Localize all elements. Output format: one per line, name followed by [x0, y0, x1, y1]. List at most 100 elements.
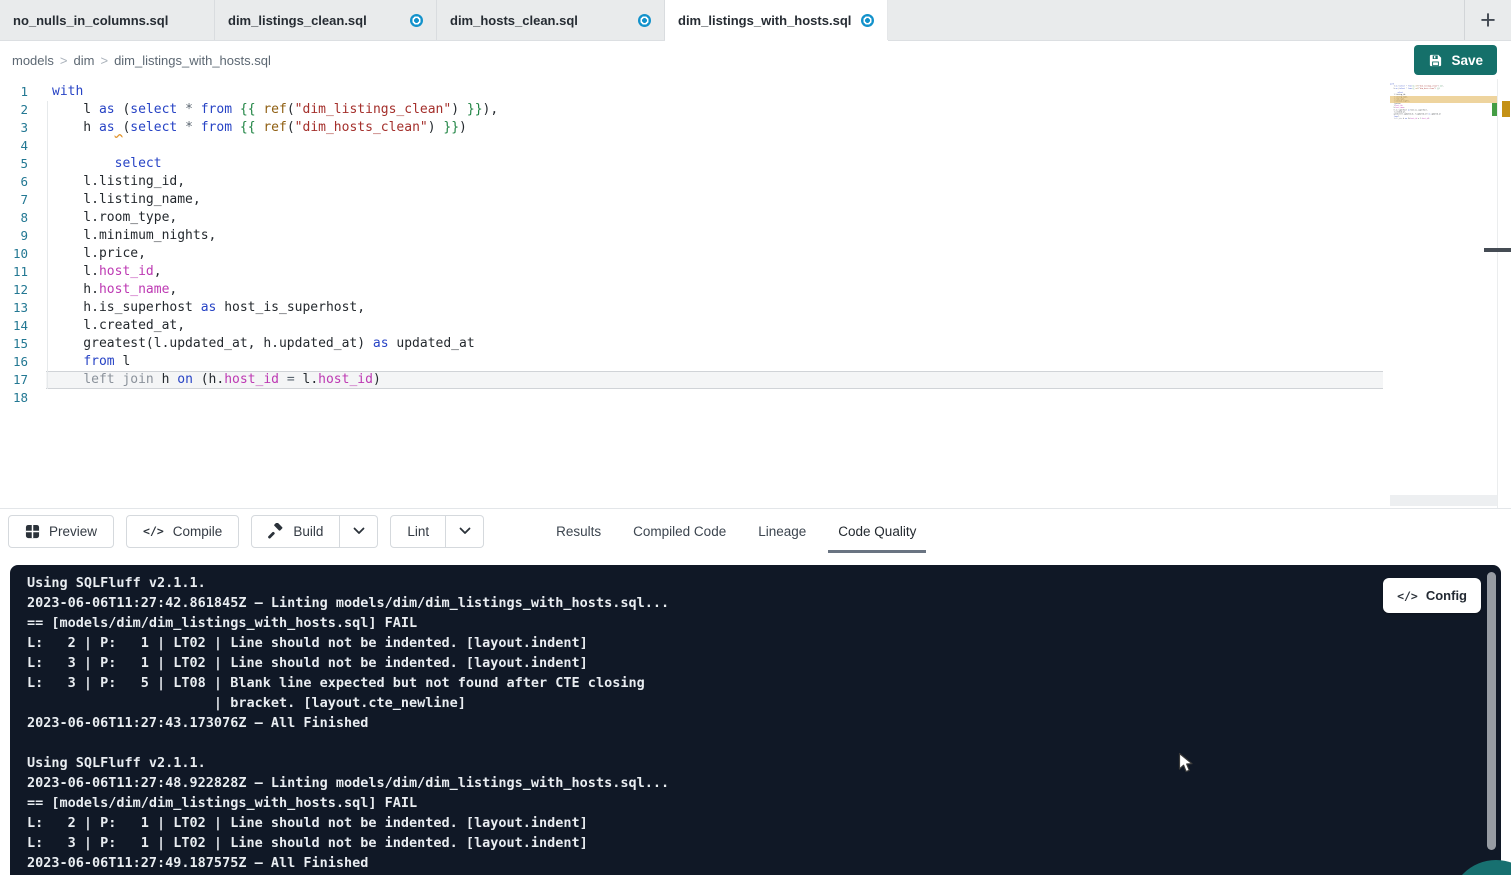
line-number: 3 [0, 119, 28, 137]
code-content: h.host_name, [46, 281, 1383, 299]
lint-dropdown-button[interactable] [446, 515, 484, 548]
panel-tab-compiled-code[interactable]: Compiled Code [617, 509, 742, 553]
build-button-label: Build [293, 524, 323, 539]
compile-button[interactable]: </> Compile [126, 515, 239, 548]
panel-tab-lineage[interactable]: Lineage [742, 509, 822, 553]
lint-button[interactable]: Lint [390, 515, 446, 548]
breadcrumb: models>dim>dim_listings_with_hosts.sql [12, 53, 271, 68]
file-tab[interactable]: dim_hosts_clean.sql [437, 0, 665, 40]
editor-minimap[interactable]: with l as (select * from {{ ref("dim_lis… [1390, 83, 1497, 503]
save-button[interactable]: Save [1414, 45, 1497, 75]
code-line[interactable]: 6 l.listing_id, [0, 173, 1383, 191]
line-number: 6 [0, 173, 28, 191]
code-line[interactable]: 11 l.host_id, [0, 263, 1383, 281]
code-content: l.listing_id, [46, 173, 1383, 191]
mouse-cursor [1178, 752, 1195, 780]
line-number: 13 [0, 299, 28, 317]
chevron-down-icon [459, 527, 471, 535]
terminal-scrollbar[interactable] [1487, 572, 1496, 850]
code-content [46, 137, 1383, 155]
code-line[interactable]: 3 h as (select * from {{ ref("dim_hosts_… [0, 119, 1383, 137]
code-content: l.listing_name, [46, 191, 1383, 209]
code-line[interactable]: 7 l.listing_name, [0, 191, 1383, 209]
code-line[interactable]: 16 from l [0, 353, 1383, 371]
line-number: 10 [0, 245, 28, 263]
file-tab[interactable]: dim_listings_clean.sql [215, 0, 437, 40]
terminal-line: == [models/dim/dim_listings_with_hosts.s… [27, 613, 1501, 633]
code-line[interactable]: 17 left join h on (h.host_id = l.host_id… [0, 371, 1383, 389]
terminal-line: L: 2 | P: 1 | LT02 | Line should not be … [27, 633, 1501, 653]
terminal-line: L: 2 | P: 1 | LT02 | Line should not be … [27, 813, 1501, 833]
table-icon [25, 524, 40, 539]
action-toolbar: Preview </> Compile Build [0, 508, 1511, 553]
panel-tab-code-quality[interactable]: Code Quality [822, 509, 932, 553]
terminal-line: 2023-06-06T11:27:43.173076Z — All Finish… [27, 713, 1501, 733]
ide-window: no_nulls_in_columns.sql dim_listings_clea… [0, 0, 1511, 875]
chevron-down-icon [353, 527, 365, 535]
code-content: l.minimum_nights, [46, 227, 1383, 245]
terminal-line: 2023-06-06T11:27:48.922828Z — Linting mo… [27, 773, 1501, 793]
build-split-button: Build [251, 515, 378, 548]
terminal-line: 2023-06-06T11:27:49.187575Z — All Finish… [27, 853, 1501, 873]
breadcrumb-separator-icon: > [60, 53, 68, 68]
code-line[interactable]: 8 l.room_type, [0, 209, 1383, 227]
file-header-bar: models>dim>dim_listings_with_hosts.sql S… [0, 41, 1511, 79]
terminal-line: L: 3 | P: 5 | LT08 | Blank line expected… [27, 673, 1501, 693]
editor-scrollbar-corner [1390, 495, 1497, 506]
tab-bar: no_nulls_in_columns.sql dim_listings_clea… [0, 0, 1511, 41]
code-content [1390, 120, 1497, 122]
file-tab-label: dim_listings_clean.sql [228, 13, 367, 28]
panel-tab-results[interactable]: Results [540, 509, 617, 553]
code-content: h.is_superhost as host_is_superhost, [46, 299, 1383, 317]
line-number: 18 [0, 389, 28, 407]
line-number: 15 [0, 335, 28, 353]
tab-bar-spacer [888, 0, 1464, 40]
code-line[interactable]: 10 l.price, [0, 245, 1383, 263]
build-dropdown-button[interactable] [340, 515, 378, 548]
code-line[interactable]: 14 l.created_at, [0, 317, 1383, 335]
code-content: h as (select * from {{ ref("dim_hosts_cl… [46, 119, 1383, 137]
unsaved-changes-icon [861, 14, 874, 27]
line-number: 12 [0, 281, 28, 299]
file-tab[interactable]: no_nulls_in_columns.sql [0, 0, 215, 40]
terminal-line: 2023-06-06T11:27:42.861845Z — Linting mo… [27, 593, 1501, 613]
line-number: 7 [0, 191, 28, 209]
code-line[interactable]: 4 [0, 137, 1383, 155]
unsaved-changes-icon [638, 14, 651, 27]
code-editor[interactable]: 1with2 l as (select * from {{ ref("dim_l… [0, 79, 1511, 508]
lint-split-button: Lint [390, 515, 484, 548]
code-content: l as (select * from {{ ref("dim_listings… [46, 101, 1383, 119]
panel-tabs: ResultsCompiled CodeLineageCode Quality [540, 509, 932, 553]
line-number: 5 [0, 155, 28, 173]
terminal-line: Using SQLFluff v2.1.1. [27, 753, 1501, 773]
file-tab-label: no_nulls_in_columns.sql [13, 13, 168, 28]
code-content: with [46, 83, 1383, 101]
code-line[interactable]: 18 [0, 389, 1383, 407]
code-line[interactable]: 12 h.host_name, [0, 281, 1383, 299]
code-line[interactable]: 9 l.minimum_nights, [0, 227, 1383, 245]
code-line[interactable]: 2 l as (select * from {{ ref("dim_listin… [0, 101, 1383, 119]
line-number: 11 [0, 263, 28, 281]
new-tab-button[interactable]: + [1464, 0, 1511, 40]
breadcrumb-item: dim [74, 53, 95, 68]
terminal-line: L: 3 | P: 1 | LT02 | Line should not be … [27, 833, 1501, 853]
line-number: 16 [0, 353, 28, 371]
plus-icon: + [1480, 5, 1496, 36]
code-content: l.created_at, [46, 317, 1383, 335]
code-line[interactable]: 1with [0, 83, 1383, 101]
line-number: 14 [0, 317, 28, 335]
code-line[interactable]: 5 select [0, 155, 1383, 173]
code-line[interactable]: 13 h.is_superhost as host_is_superhost, [0, 299, 1383, 317]
file-tab-label: dim_listings_with_hosts.sql [678, 13, 851, 28]
overview-ruler-cursor-marker [1484, 248, 1511, 252]
code-lines: 1with2 l as (select * from {{ ref("dim_l… [0, 83, 1383, 407]
build-button[interactable]: Build [251, 515, 340, 548]
config-button[interactable]: </> Config [1383, 578, 1481, 613]
file-tab[interactable]: dim_listings_with_hosts.sql [665, 0, 888, 40]
code-line[interactable]: 15 greatest(l.updated_at, h.updated_at) … [0, 335, 1383, 353]
code-content: l.room_type, [46, 209, 1383, 227]
preview-button[interactable]: Preview [8, 515, 114, 548]
file-tab-label: dim_hosts_clean.sql [450, 13, 578, 28]
code-content: l.host_id, [46, 263, 1383, 281]
overview-ruler-warning-marker [1502, 101, 1510, 117]
